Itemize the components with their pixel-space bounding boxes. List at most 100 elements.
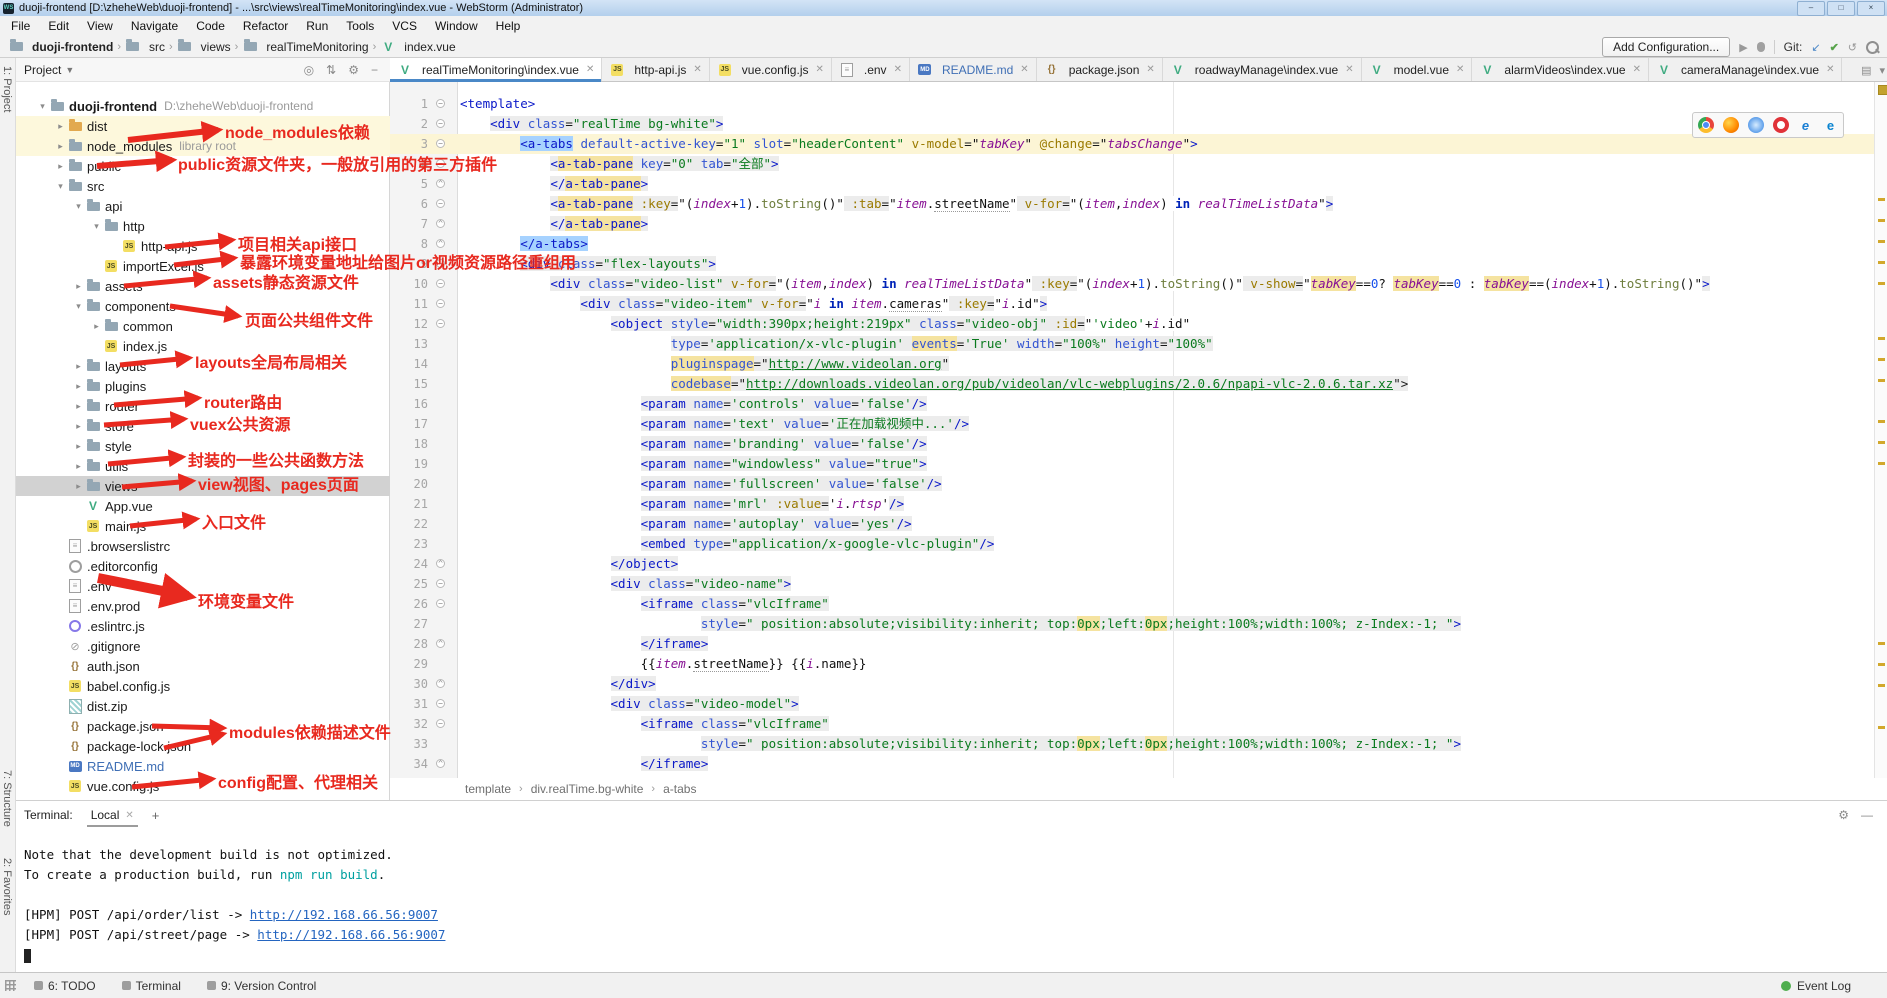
chevron-collapsed-icon[interactable]: ▸: [72, 421, 85, 432]
opera-icon[interactable]: [1773, 117, 1789, 133]
menu-item-code[interactable]: Code: [187, 17, 234, 35]
chevron-collapsed-icon[interactable]: ▸: [72, 401, 85, 412]
menu-item-window[interactable]: Window: [426, 17, 487, 35]
tree-item[interactable]: ▸plugins: [16, 376, 390, 396]
stripe-mark[interactable]: [1878, 379, 1885, 382]
collapse-tabs-icon[interactable]: ▾: [1879, 64, 1885, 77]
fold-end-icon[interactable]: ^: [436, 639, 445, 648]
status-item-terminal[interactable]: Terminal: [122, 979, 181, 993]
terminal-link[interactable]: http://192.168.66.56:9007: [250, 907, 438, 922]
inspection-indicator-icon[interactable]: [1878, 85, 1887, 95]
code-line[interactable]: 9− <div class="flex-layouts">: [390, 254, 1874, 274]
close-icon[interactable]: ✕: [1633, 64, 1641, 75]
locate-file-icon[interactable]: ◎: [304, 63, 314, 77]
fold-marker-icon[interactable]: −: [436, 299, 445, 308]
tree-item[interactable]: .eslintrc.js: [16, 616, 390, 636]
tree-item[interactable]: .editorconfig: [16, 556, 390, 576]
editor-tab[interactable]: ≡.env✕: [832, 58, 910, 81]
menu-item-run[interactable]: Run: [297, 17, 337, 35]
code-line[interactable]: 19 <param name="windowless" value="true"…: [390, 454, 1874, 474]
editor-tab[interactable]: ValarmVideos\index.vue✕: [1472, 58, 1649, 81]
hide-panel-icon[interactable]: −: [371, 63, 378, 77]
close-icon[interactable]: ✕: [586, 64, 594, 75]
fold-marker-icon[interactable]: −: [436, 699, 445, 708]
close-icon[interactable]: ✕: [1826, 64, 1834, 75]
fold-marker-icon[interactable]: −: [436, 99, 445, 108]
code-line[interactable]: 23 <embed type="application/x-google-vlc…: [390, 534, 1874, 554]
code-line[interactable]: 16 <param name='controls' value='false'/…: [390, 394, 1874, 414]
terminal-settings-icon[interactable]: ⚙: [1838, 808, 1849, 822]
stripe-mark[interactable]: [1878, 642, 1885, 645]
chevron-collapsed-icon[interactable]: ▸: [72, 441, 85, 452]
new-terminal-button[interactable]: +: [152, 808, 160, 823]
fold-end-icon[interactable]: ^: [436, 219, 445, 228]
stripe-mark[interactable]: [1878, 358, 1885, 361]
code-line[interactable]: 26− <iframe class="vlcIframe": [390, 594, 1874, 614]
stripe-mark[interactable]: [1878, 441, 1885, 444]
fold-marker-icon[interactable]: −: [436, 719, 445, 728]
tab-list-icon[interactable]: ▤: [1861, 64, 1871, 77]
debug-icon[interactable]: [1757, 42, 1765, 52]
editor-tab[interactable]: VrealTimeMonitoring\index.vue✕: [390, 58, 602, 81]
status-item-todo[interactable]: 6: TODO: [34, 979, 96, 993]
fold-marker-icon[interactable]: −: [436, 599, 445, 608]
close-icon[interactable]: ✕: [815, 64, 823, 75]
chevron-expanded-icon[interactable]: ▾: [72, 301, 85, 312]
chrome-icon[interactable]: [1698, 117, 1714, 133]
menu-item-vcs[interactable]: VCS: [383, 17, 426, 35]
editor-tab[interactable]: JSvue.config.js✕: [710, 58, 832, 81]
breadcrumb-item[interactable]: src: [125, 40, 165, 54]
git-commit-icon[interactable]: ✔: [1830, 41, 1839, 54]
maximize-button[interactable]: □: [1827, 1, 1855, 16]
editor-breadcrumb-item[interactable]: a-tabs: [663, 782, 696, 796]
code-line[interactable]: 34^ </iframe>: [390, 754, 1874, 774]
chevron-collapsed-icon[interactable]: ▸: [72, 481, 85, 492]
close-icon[interactable]: ✕: [1345, 64, 1353, 75]
code-line[interactable]: 31− <div class="video-model">: [390, 694, 1874, 714]
code-line[interactable]: 3− <a-tabs default-active-key="1" slot="…: [390, 134, 1874, 154]
tree-item[interactable]: ▾duoji-frontendD:\zheheWeb\duoji-fronten…: [16, 96, 390, 116]
terminal-link[interactable]: http://192.168.66.56:9007: [257, 927, 445, 942]
code-line[interactable]: 5^ </a-tab-pane>: [390, 174, 1874, 194]
close-icon[interactable]: ✕: [1020, 64, 1028, 75]
stripe-mark[interactable]: [1878, 219, 1885, 222]
chevron-collapsed-icon[interactable]: ▸: [54, 141, 67, 152]
menu-item-edit[interactable]: Edit: [39, 17, 78, 35]
fold-marker-icon[interactable]: −: [436, 319, 445, 328]
fold-end-icon[interactable]: ^: [436, 559, 445, 568]
chevron-expanded-icon[interactable]: ▾: [72, 201, 85, 212]
editor-breadcrumb-item[interactable]: div.realTime.bg-white: [531, 782, 644, 796]
chevron-expanded-icon[interactable]: ▾: [36, 101, 49, 112]
editor-tab[interactable]: {}package.json✕: [1037, 58, 1163, 81]
terminal-tab-local[interactable]: Local ✕: [87, 804, 138, 826]
menu-item-help[interactable]: Help: [487, 17, 530, 35]
editor-tab[interactable]: Vmodel.vue✕: [1362, 58, 1473, 81]
add-configuration-button[interactable]: Add Configuration...: [1602, 37, 1730, 57]
tree-item[interactable]: ≡.browserslistrc: [16, 536, 390, 556]
close-icon[interactable]: ✕: [1146, 64, 1154, 75]
code-line[interactable]: 11− <div class="video-item" v-for="i in …: [390, 294, 1874, 314]
stripe-mark[interactable]: [1878, 282, 1885, 285]
run-icon[interactable]: ▶: [1739, 41, 1747, 54]
event-log-label[interactable]: Event Log: [1797, 979, 1851, 993]
tree-item[interactable]: {}auth.json: [16, 656, 390, 676]
editor-tab[interactable]: JShttp-api.js✕: [602, 58, 709, 81]
code-line[interactable]: 20 <param name='fullscreen' value='false…: [390, 474, 1874, 494]
stripe-mark[interactable]: [1878, 261, 1885, 264]
stripe-mark[interactable]: [1878, 663, 1885, 666]
menu-item-navigate[interactable]: Navigate: [122, 17, 187, 35]
code-line[interactable]: 4− <a-tab-pane key="0" tab="全部">: [390, 154, 1874, 174]
stripe-mark[interactable]: [1878, 240, 1885, 243]
code-line[interactable]: 13 type='application/x-vlc-plugin' event…: [390, 334, 1874, 354]
code-line[interactable]: 29 {{item.streetName}} {{i.name}}: [390, 654, 1874, 674]
stripe-mark[interactable]: [1878, 726, 1885, 729]
fold-end-icon[interactable]: ^: [436, 179, 445, 188]
code-line[interactable]: 28^ </iframe>: [390, 634, 1874, 654]
fold-marker-icon[interactable]: −: [436, 579, 445, 588]
code-line[interactable]: 10− <div class="video-list" v-for="(item…: [390, 274, 1874, 294]
code-line[interactable]: 2− <div class="realTime bg-white">: [390, 114, 1874, 134]
error-stripe[interactable]: [1874, 82, 1887, 778]
editor-tab[interactable]: MDREADME.md✕: [910, 58, 1037, 81]
fold-marker-icon[interactable]: −: [436, 279, 445, 288]
menu-item-refactor[interactable]: Refactor: [234, 17, 297, 35]
